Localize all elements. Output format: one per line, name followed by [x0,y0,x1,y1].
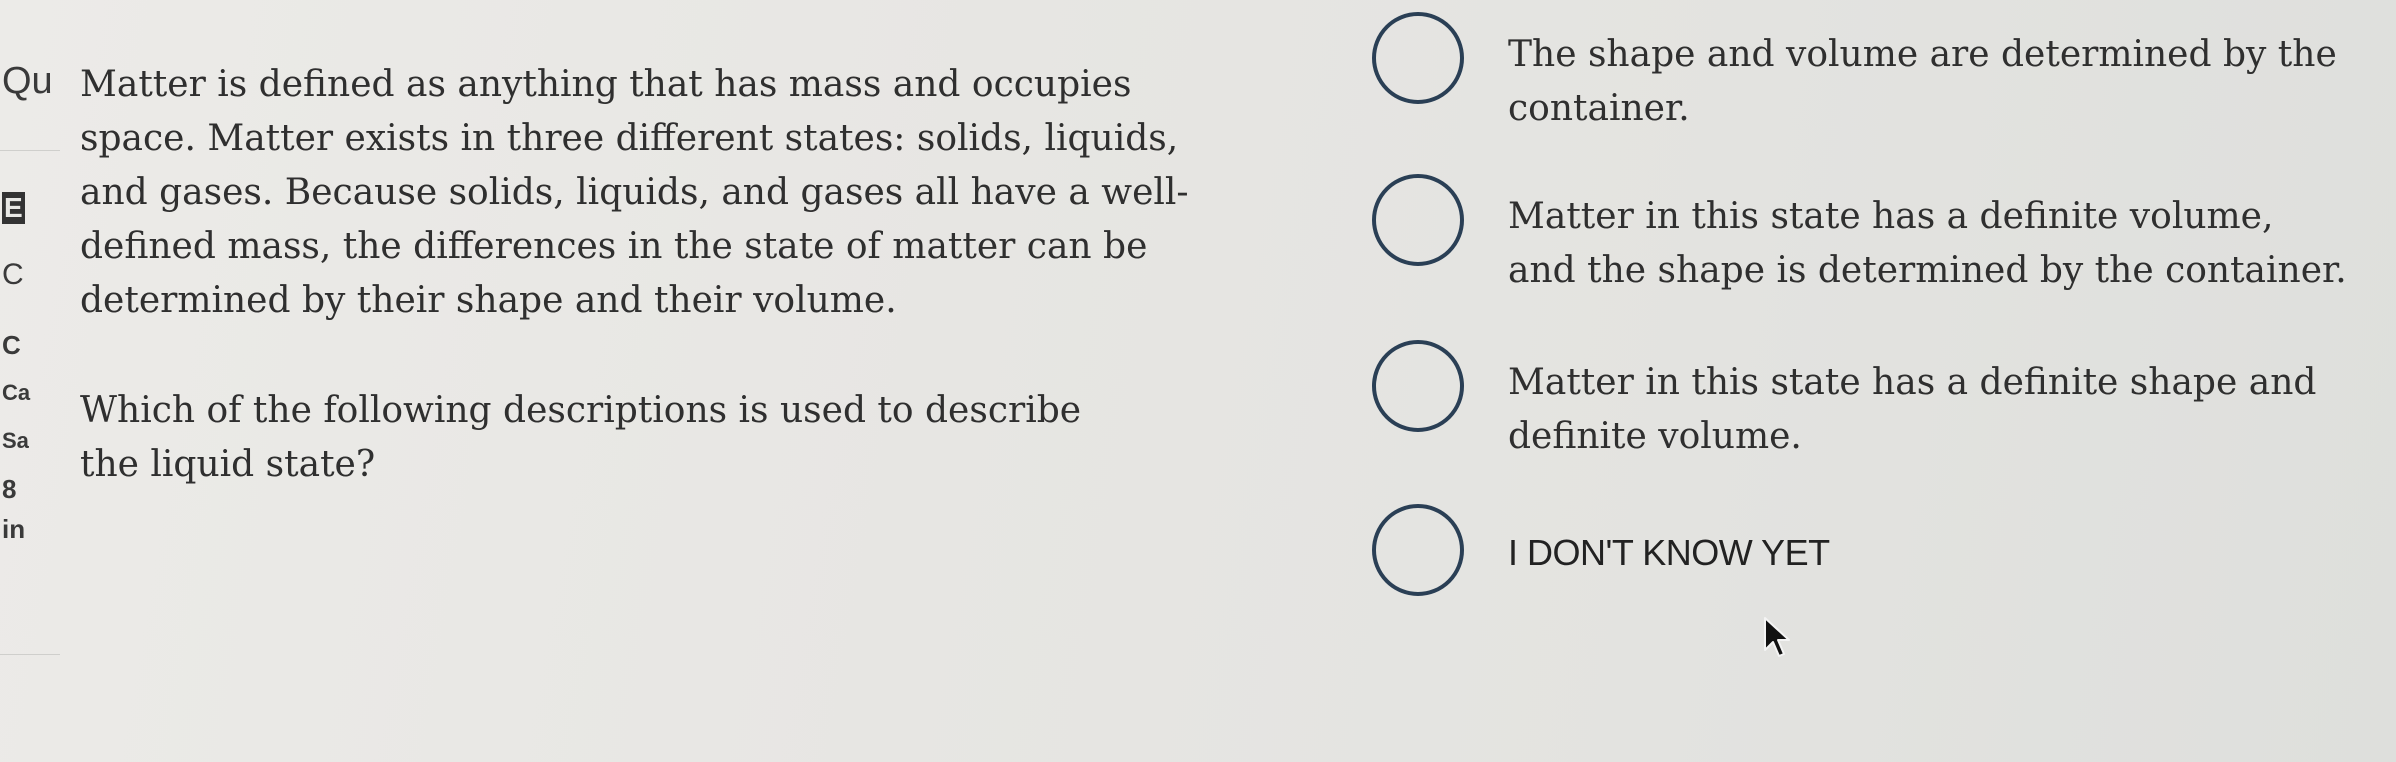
answer-option-4-label: I DON'T KNOW YET [1508,532,1830,573]
sidebar-fragment-ca: Ca [2,380,31,405]
sidebar-fragment-qu: Qu [2,60,53,102]
answer-option-1[interactable]: The shape and volume are determined by t… [1370,10,2370,129]
radio-button-2[interactable] [1372,174,1464,266]
radio-button-4[interactable] [1372,504,1464,596]
mouse-pointer-icon [1764,617,1790,657]
question-stem: Matter is defined as anything that has m… [80,58,1200,492]
answer-option-2[interactable]: Matter in this state has a definite volu… [1370,174,2370,291]
answer-option-3-label: Matter in this state has a definite shap… [1508,362,2317,457]
sidebar-fragment-sa: Sa [2,428,29,453]
answer-option-1-label: The shape and volume are determined by t… [1508,34,2337,129]
sidebar-fragment-c2: C [2,330,21,360]
answer-option-2-label: Matter in this state has a definite volu… [1508,196,2347,291]
radio-button-1[interactable] [1372,12,1464,104]
sidebar-fragment-c1: C [2,258,24,291]
sidebar-divider [0,150,60,151]
sidebar-fragment-in: in [2,514,26,544]
sidebar-fragment-8: 8 [2,474,17,504]
sidebar-fragment-e: E [2,192,25,224]
sidebar-divider-lower [0,654,60,655]
answer-option-3[interactable]: Matter in this state has a definite shap… [1370,340,2370,457]
answer-option-4[interactable]: I DON'T KNOW YET [1370,504,2370,614]
question-prompt: Which of the following descriptions is u… [80,390,1082,485]
left-panel-strip: Qu E C C Ca Sa 8 in [0,0,70,762]
radio-button-3[interactable] [1372,340,1464,432]
question-paragraph: Matter is defined as anything that has m… [80,64,1189,321]
